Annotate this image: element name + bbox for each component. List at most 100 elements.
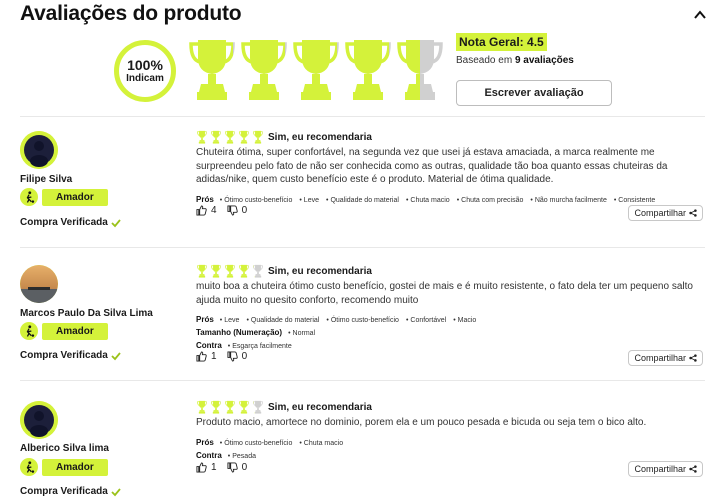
rank-label: Amador (42, 458, 108, 476)
thumbs-up-icon (196, 462, 207, 473)
review-card: Marcos Paulo Da Silva Lima Amador Compra… (20, 264, 705, 366)
share-button[interactable]: Compartilhar (628, 205, 703, 221)
avatar (20, 131, 58, 169)
share-button[interactable]: Compartilhar (628, 461, 703, 477)
review-card: Filipe Silva Amador Compra Verificada Si… (20, 130, 705, 240)
dislike-button[interactable]: 0 (227, 351, 248, 362)
recommend-text: Sim, eu recomendaria (268, 131, 372, 143)
author-name: Filipe Silva (20, 174, 73, 185)
thumbs-down-icon (227, 462, 238, 473)
pro-tag: Leve (299, 197, 319, 204)
trophy-icon (253, 264, 263, 278)
pros-row: Prós Ótimo custo-benefício Leve Qualidad… (196, 195, 703, 204)
trophy-icon (239, 400, 249, 414)
size-label: Tamanho (Numeração) (196, 328, 283, 337)
review-text: muito boa a chuteira ótimo custo benefíc… (196, 281, 693, 306)
trophy-icon (225, 130, 235, 144)
divider (20, 380, 705, 381)
based-on-text: Baseado em 9 avaliações (456, 55, 574, 66)
trophy-icon (197, 264, 207, 278)
like-button[interactable]: 1 (196, 462, 217, 473)
rank-label: Amador (42, 188, 108, 206)
vote-bar: 1 0 (196, 351, 257, 362)
check-icon (111, 351, 121, 360)
review-text: Chuteira ótima, super confortável, na se… (196, 147, 668, 185)
verified-purchase: Compra Verificada (20, 217, 121, 228)
verified-label: Compra Verificada (20, 350, 108, 361)
recommend-percentage: 100% (127, 57, 163, 73)
review-trophy-rating (196, 400, 264, 414)
pro-tag: Macio (453, 317, 477, 324)
divider (20, 247, 705, 248)
thumbs-up-icon (196, 205, 207, 216)
review-body: Sim, eu recomendaria Produto macio, amor… (196, 400, 703, 460)
recommend-label: Indicam (126, 73, 164, 84)
size-tag: Normal (288, 330, 316, 337)
page-title: Avaliações do produto (20, 2, 242, 25)
like-button[interactable]: 1 (196, 351, 217, 362)
share-button[interactable]: Compartilhar (628, 350, 703, 366)
thumbs-down-icon (227, 205, 238, 216)
verified-label: Compra Verificada (20, 486, 108, 497)
avatar (20, 401, 58, 439)
pro-tag: Ótimo custo-benefício (326, 317, 399, 324)
dislike-button[interactable]: 0 (227, 462, 248, 473)
trophy-icon (197, 130, 207, 144)
recommend-circle: 100% Indicam (114, 40, 176, 102)
trophy-icon (211, 400, 221, 414)
trophy-icon (225, 400, 235, 414)
verified-label: Compra Verificada (20, 217, 108, 228)
review-trophy-rating (196, 264, 264, 278)
trophy-icon (211, 130, 221, 144)
cons-row: Contra Esgarça facilmente (196, 341, 703, 350)
dislike-count: 0 (241, 351, 248, 362)
share-icon (689, 465, 697, 473)
con-tag: Pesada (228, 453, 256, 460)
soccer-player-icon (20, 188, 38, 206)
pros-row: Prós Ótimo custo-benefício Chuta macio (196, 438, 703, 447)
thumbs-up-icon (196, 351, 207, 362)
rank-badge: Amador (20, 322, 108, 340)
dislike-count: 0 (241, 462, 248, 473)
overall-score: Nota Geral: 4.5 (456, 33, 547, 51)
write-review-button[interactable]: Escrever avaliação (456, 80, 612, 106)
con-tag: Esgarça facilmente (228, 343, 292, 350)
divider (20, 116, 705, 117)
share-label: Compartilhar (634, 353, 686, 363)
pros-row: Prós Leve Qualidade do material Ótimo cu… (196, 315, 703, 324)
trophy-icon (239, 130, 249, 144)
pro-tag: Ótimo custo-benefício (220, 197, 292, 204)
pro-tag: Chuta com precisão (457, 197, 523, 204)
trophy-icon (197, 400, 207, 414)
like-count: 4 (211, 205, 217, 216)
rank-badge: Amador (20, 458, 108, 476)
chevron-up-icon[interactable] (693, 8, 707, 22)
trophy-icon (253, 130, 263, 144)
pro-tag: Confortável (406, 317, 446, 324)
soccer-player-icon (20, 322, 38, 340)
review-trophy-rating (196, 130, 264, 144)
rank-label: Amador (42, 322, 108, 340)
like-count: 1 (211, 462, 217, 473)
verified-purchase: Compra Verificada (20, 486, 121, 497)
pro-tag: Não murcha facilmente (530, 197, 607, 204)
pro-tag: Consistente (614, 197, 655, 204)
pros-label: Prós (196, 437, 214, 447)
dislike-button[interactable]: 0 (227, 205, 247, 216)
vote-bar: 1 0 (196, 462, 257, 473)
trophy-icon (189, 40, 235, 100)
verified-purchase: Compra Verificada (20, 350, 121, 361)
share-icon (689, 354, 697, 362)
trophy-icon (211, 264, 221, 278)
review-card: Alberico Silva lima Amador Compra Verifi… (20, 400, 705, 500)
cons-row: Contra Pesada (196, 451, 703, 460)
pro-tag: Qualidade do material (246, 317, 320, 324)
like-button[interactable]: 4 (196, 205, 217, 216)
review-body: Sim, eu recomendaria muito boa a chuteir… (196, 264, 703, 350)
check-icon (111, 487, 121, 496)
pro-tag: Leve (220, 317, 239, 324)
review-text: Produto macio, amortece no dominio, pore… (196, 417, 647, 428)
pro-tag: Chuta macio (299, 440, 343, 447)
share-label: Compartilhar (634, 208, 686, 218)
pros-label: Prós (196, 194, 214, 204)
